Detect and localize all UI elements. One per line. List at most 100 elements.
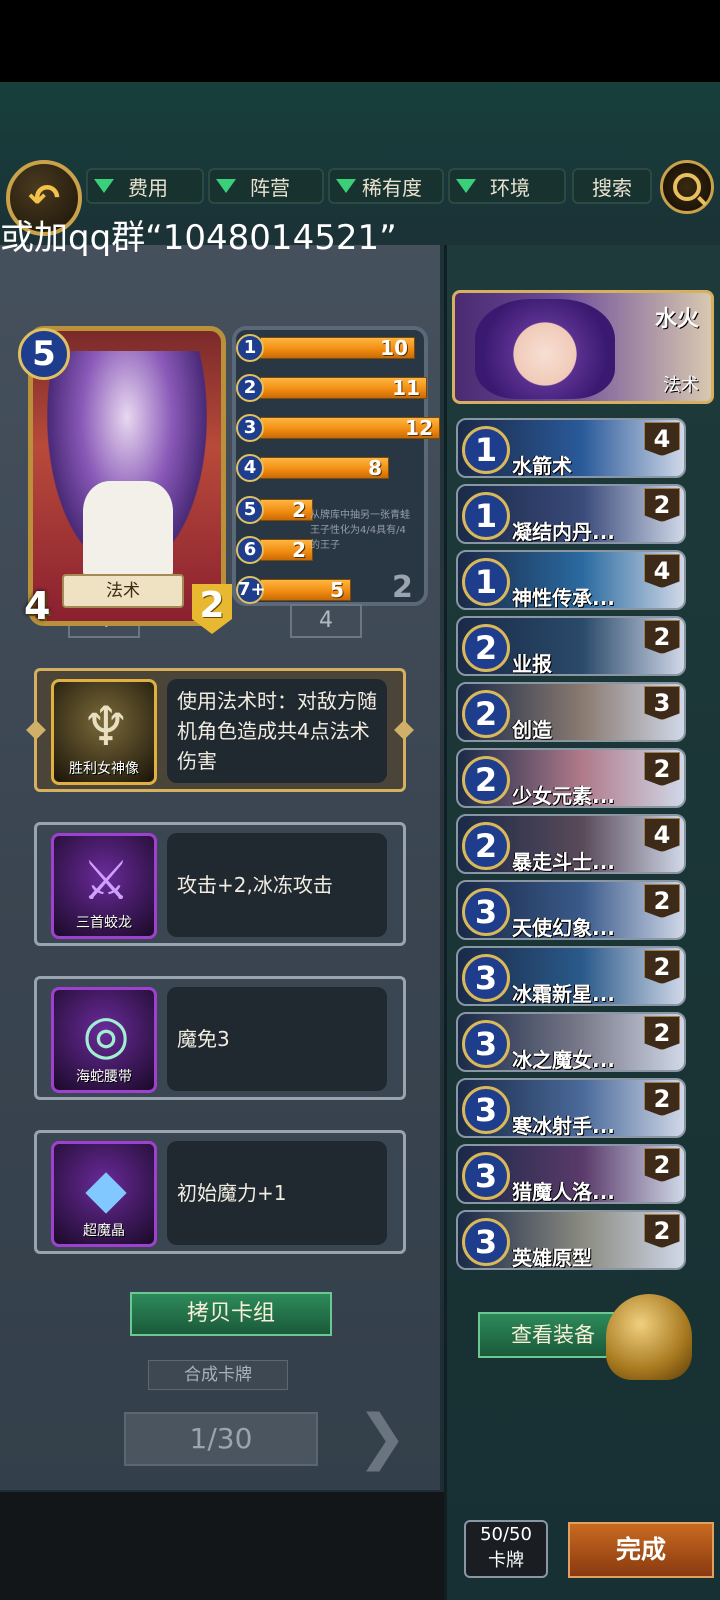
deck-card-row[interactable]: 3 冰霜新星... 2 [456,946,686,1006]
deck-card-row[interactable]: 2 创造 3 [456,682,686,742]
card-cost-badge: 1 [462,558,510,606]
deck-card-row[interactable]: 2 业报 2 [456,616,686,676]
deck-card-row[interactable]: 3 猎魔人洛... 2 [456,1144,686,1204]
equipment-description: 魔免3 [167,987,387,1091]
card-count-badge: 4 [644,422,680,456]
equipment-description: 初始魔力+1 [167,1141,387,1245]
helmet-icon[interactable] [606,1294,692,1380]
card-count-badge: 2 [644,488,680,522]
deck-card-row[interactable]: 1 水箭术 4 [456,418,686,478]
mana-curve-bar: 10 [260,337,415,359]
card-name: 冰霜新星... [512,982,615,1006]
deck-count-unit: 卡牌 [488,1550,524,1571]
mana-cost-icon: 6 [236,536,264,564]
deck-hero-type: 法术 [663,375,699,396]
search-label: 搜索 [592,175,632,200]
deck-hero-banner[interactable]: 水火 法术 [452,290,714,404]
background-card-health: 2 [392,570,413,605]
search-button[interactable] [660,160,714,214]
filter-cost[interactable]: 费用 [86,168,204,204]
mana-cost-icon: 4 [236,454,264,482]
card-name: 冰之魔女... [512,1048,615,1072]
deck-card-row[interactable]: 1 神性传承... 4 [456,550,686,610]
deck-card-row[interactable]: 3 冰之魔女... 2 [456,1012,686,1072]
card-count-badge: 2 [644,752,680,786]
card-count-badge: 2 [644,1148,680,1182]
deck-count-badge: 50/50 卡牌 [464,1520,548,1578]
equipment-slot-1[interactable]: ♆ 胜利女神像 使用法术时：对敌方随机角色造成共4点法术伤害 [26,668,414,792]
card-description-faded: 从牌库中抽另一张青蛙王子性化为4/4具有/4的王子 [310,510,410,551]
card-name: 业报 [512,652,552,676]
card-count-badge: 3 [644,686,680,720]
filter-rarity[interactable]: 稀有度 [328,168,444,204]
filter-label: 稀有度 [362,175,422,200]
filter-faction[interactable]: 阵营 [208,168,324,204]
next-page-arrow-icon[interactable]: ❯ [352,1402,412,1472]
equipment-description: 攻击+2,冰冻攻击 [167,833,387,937]
status-bar-area [0,0,720,82]
mana-cost-icon: 1 [236,334,264,362]
card-count-badge: 2 [644,1016,680,1050]
equipment-name: 海蛇腰带 [76,1069,132,1085]
mana-curve-bar: 11 [260,377,427,399]
card-cost-badge: 2 [462,756,510,804]
card-cost-badge: 3 [462,1086,510,1134]
deck-card-row[interactable]: 3 天使幻象... 2 [456,880,686,940]
card-cost-badge: 1 [462,492,510,540]
deck-card-row[interactable]: 3 英雄原型 2 [456,1210,686,1270]
card-name: 神性传承... [512,586,615,610]
card-count-badge: 2 [644,884,680,918]
deck-card-row[interactable]: 2 暴走斗士... 4 [456,814,686,874]
mana-cost-icon: 7+ [236,576,266,604]
dropdown-triangle-icon [336,179,356,193]
card-name: 猎魔人洛... [512,1180,615,1204]
hero-type-label: 法术 [62,574,184,608]
deck-hero-portrait [475,299,615,399]
card-count-badge: 2 [644,1082,680,1116]
dropdown-triangle-icon [216,179,236,193]
equipment-slot-2[interactable]: ⚔ 三首蛟龙 攻击+2,冰冻攻击 [34,822,406,946]
card-count-badge: 2 [644,620,680,654]
card-count-badge: 2 [644,1214,680,1248]
mana-curve-row: 3 12 [236,414,440,442]
equipment-name: 胜利女神像 [69,761,139,777]
done-button[interactable]: 完成 [568,1522,714,1578]
mana-curve-row: 2 11 [236,374,427,402]
hydra-spear-icon: ⚔ [81,849,131,912]
equipment-name: 超魔晶 [83,1223,125,1239]
card-name: 凝结内丹... [512,520,615,544]
equipment-icon-frame: ◎ 海蛇腰带 [51,987,157,1093]
deck-card-row[interactable]: 1 凝结内丹... 2 [456,484,686,544]
equipment-icon-frame: ◆ 超魔晶 [51,1141,157,1247]
mana-cost-icon: 3 [236,414,264,442]
deck-card-row[interactable]: 3 寒冰射手... 2 [456,1078,686,1138]
card-cost-badge: 3 [462,1152,510,1200]
filter-label: 环境 [490,175,530,200]
deck-card-list[interactable]: 1 水箭术 4 1 凝结内丹... 2 1 神性传承... 4 2 业报 2 2 创造 3 2 少女元素... 2… [456,418,696,1270]
victory-statue-icon: ♆ [81,695,131,758]
equipment-icon-frame: ⚔ 三首蛟龙 [51,833,157,939]
card-cost-badge: 2 [462,624,510,672]
magnifier-icon [673,173,701,201]
filter-label: 费用 [128,175,168,200]
equipment-slot-3[interactable]: ◎ 海蛇腰带 魔免3 [34,976,406,1100]
hero-cost-badge: 5 [18,328,70,380]
card-name: 英雄原型 [512,1246,592,1270]
equipment-slot-4[interactable]: ◆ 超魔晶 初始魔力+1 [34,1130,406,1254]
deck-hero-name: 水火 [654,307,699,332]
mana-curve-bar: 8 [260,457,389,479]
filter-environment[interactable]: 环境 [448,168,566,204]
card-count-badge: 4 [644,818,680,852]
copy-deck-button[interactable]: 拷贝卡组 [130,1292,332,1336]
mana-curve-bar: 5 [260,579,351,601]
deck-card-row[interactable]: 2 少女元素... 2 [456,748,686,808]
mana-cost-icon: 2 [236,374,264,402]
card-cost-badge: 3 [462,954,510,1002]
card-cost-badge: 3 [462,888,510,936]
filter-label: 阵营 [250,175,290,200]
card-name: 创造 [512,718,552,742]
card-cost-badge: 3 [462,1218,510,1266]
search-field[interactable]: 搜索 [572,168,652,204]
hero-health: 2 [199,585,225,626]
card-count-badge: 4 [644,554,680,588]
